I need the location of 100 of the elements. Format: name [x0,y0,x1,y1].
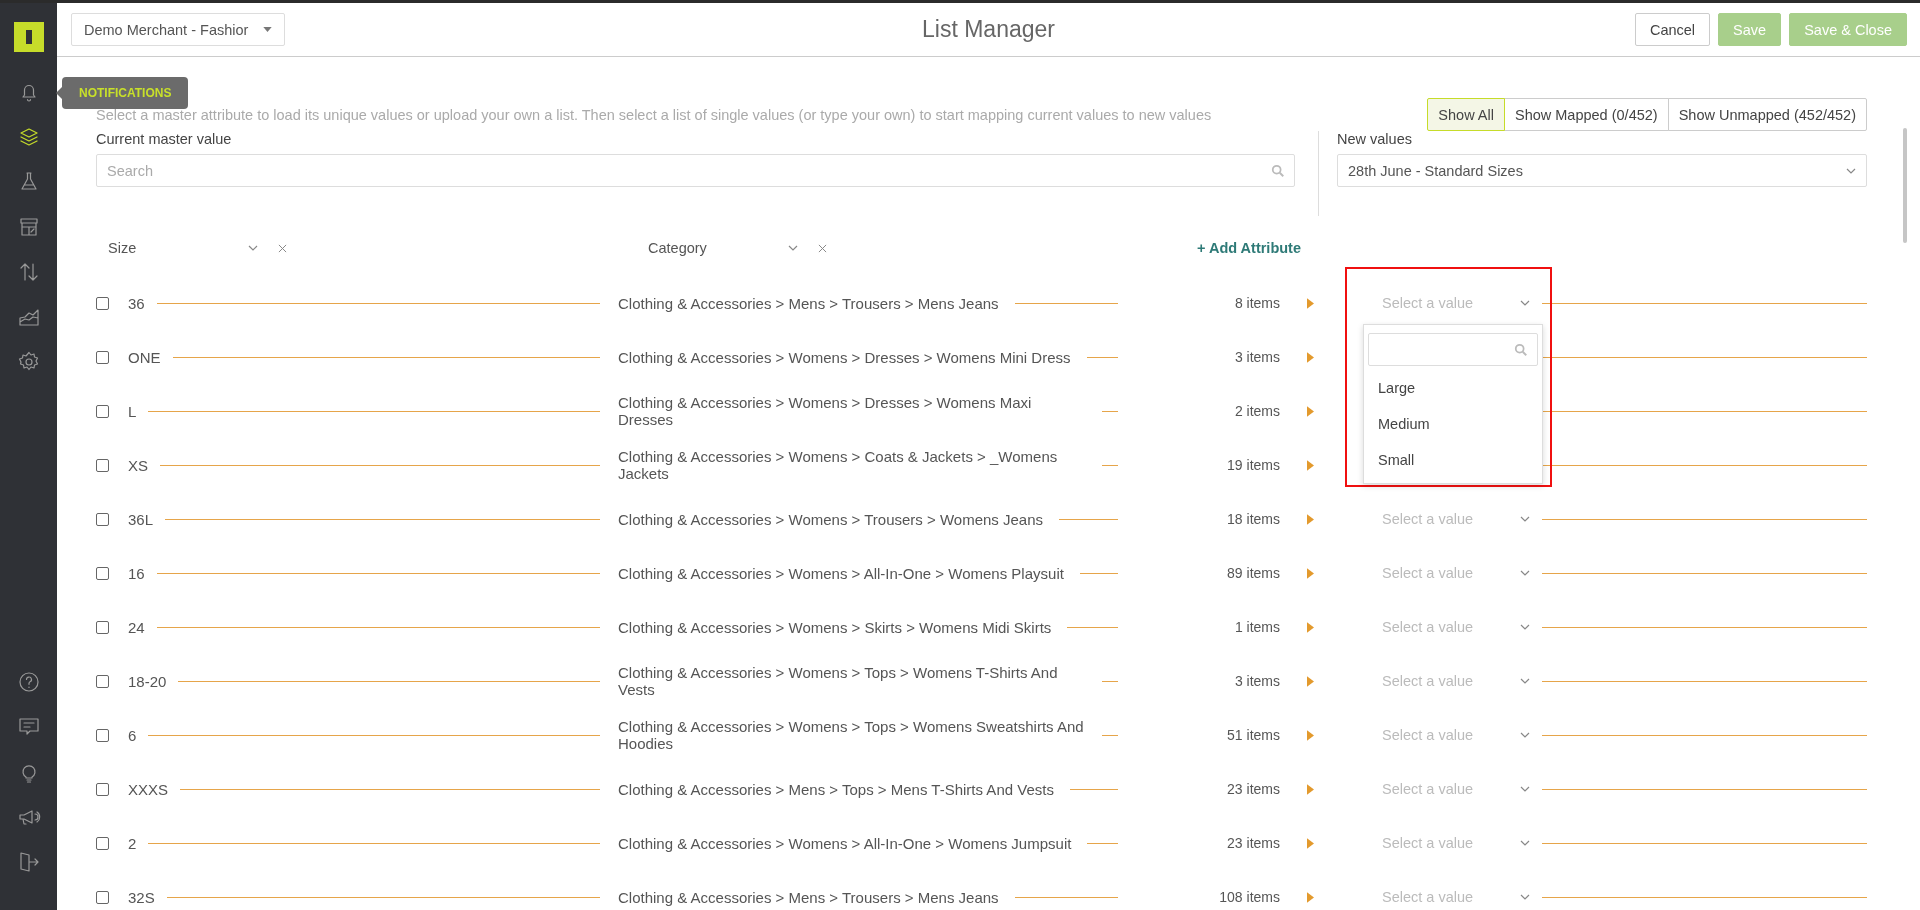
checkbox[interactable] [96,566,109,580]
checkbox[interactable] [96,404,109,418]
checkbox[interactable] [96,296,109,310]
category-path: Clothing & Accessories > Womens > Dresses > Womens Mini Dress [618,348,1071,366]
item-count: 3 items [1233,349,1280,365]
checkbox[interactable] [96,836,109,850]
category-path: Clothing & Accessories > Womens > Skirts > Womens Midi Skirts [618,618,1052,636]
expand-arrow-icon[interactable] [1306,513,1314,525]
chevron-icon [1520,840,1530,846]
category-path: Clothing & Accessories > Mens > Trousers > Mens Jeans [618,888,999,906]
category-path: Clothing & Accessories > Womens > Tops > Womens Sweatshirts And Hoodies [618,718,1085,752]
close-icon[interactable] [278,243,287,253]
filter-tab[interactable]: Show Mapped (0/452) [1504,98,1669,131]
expand-arrow-icon[interactable] [1306,783,1314,795]
size-value: 16 [128,564,145,582]
chevron-icon [248,245,258,251]
chevron-icon [1520,894,1530,900]
size-value: 36L [128,510,154,528]
item-count: 23 items [1226,835,1280,851]
expand-arrow-icon[interactable] [1306,459,1314,471]
category-path: Clothing & Accessories > Womens > All-In-One > Womens Playsuit [618,564,1064,582]
checkbox[interactable] [96,350,109,364]
attribute-select[interactable]: Size [108,240,258,256]
category-path: Clothing & Accessories > Womens > All-In-One > Womens Jumpsuit [618,834,1072,852]
size-value: ONE [128,348,161,366]
checkbox[interactable] [96,620,109,634]
checkbox[interactable] [96,674,109,688]
page-title: List Manager [922,16,1055,43]
search-icon [1514,343,1528,357]
expand-arrow-icon[interactable] [1306,297,1314,309]
dropdown-option[interactable]: Small [1368,442,1538,478]
filter-tab[interactable]: Show All [1427,98,1505,131]
item-count: 2 items [1233,403,1280,419]
size-value: L [128,402,137,420]
new-values-select[interactable]: 28th June - Standard Sizes [1337,154,1867,187]
expand-arrow-icon[interactable] [1306,567,1314,579]
tooltip: NOTIFICATIONS [62,77,189,109]
chevron-icon [1520,516,1530,522]
merchant-select[interactable]: Demo Merchant - Fashior [71,13,285,46]
logo-icon[interactable] [13,22,44,52]
category-path: Clothing & Accessories > Mens > Tops > Mens T-Shirts And Vests [618,780,1054,798]
expand-arrow-icon[interactable] [1306,729,1314,741]
size-value: 36 [128,294,145,312]
size-value: 32S [128,888,155,906]
field-label: New values [1337,131,1413,147]
size-value: 6 [128,726,137,744]
checkbox[interactable] [96,728,109,742]
dropdown-option[interactable]: Medium [1368,406,1538,442]
caret-icon [263,27,272,32]
attribute-select[interactable]: Category [648,240,798,256]
search-field[interactable]: Search [96,154,1295,187]
chevron-icon [1520,570,1530,576]
category-path: Clothing & Accessories > Womens > Dresses > Womens Maxi Dresses [618,394,1033,428]
field-label: Current master value [96,131,233,147]
category-path: Clothing & Accessories > Womens > Coats & Jackets > _Womens Jackets [618,448,1059,482]
item-count: 108 items [1218,889,1280,905]
checkbox[interactable] [96,512,109,526]
dropdown-option[interactable]: Large [1368,370,1538,406]
chevron-icon [1520,786,1530,792]
item-count: 1 items [1233,619,1280,635]
item-count: 3 items [1233,673,1280,689]
checkbox[interactable] [96,782,109,796]
size-value: XXXS [128,780,169,798]
tooltip-pointer [56,87,62,99]
size-value: 18-20 [128,672,167,690]
chevron-icon [788,245,798,251]
add-attribute-link[interactable]: + Add Attribute [1196,240,1301,256]
item-count: 18 items [1226,511,1280,527]
category-path: Clothing & Accessories > Womens > Tops > Womens T-Shirts And Vests [618,664,1059,698]
expand-arrow-icon[interactable] [1306,351,1314,363]
size-value: 2 [128,834,137,852]
search-field[interactable] [1368,333,1538,366]
expand-arrow-icon[interactable] [1306,891,1314,903]
help-icon[interactable] [16,669,41,694]
item-count: 89 items [1226,565,1280,581]
chevron-icon [1846,167,1856,174]
filter-tab[interactable]: Show Unmapped (452/452) [1667,98,1867,131]
chevron-icon [1520,732,1530,738]
expand-arrow-icon[interactable] [1306,675,1314,687]
size-value: XS [128,456,148,474]
item-count: 8 items [1233,295,1280,311]
size-value: 24 [128,618,145,636]
item-count: 51 items [1226,727,1280,743]
category-path: Clothing & Accessories > Womens > Trousers > Womens Jeans [618,510,1044,528]
category-path: Clothing & Accessories > Mens > Trousers > Mens Jeans [618,294,999,312]
instructions-text: Select a master attribute to load its unique values or upload your own a list. Then select a list of single values (or type your own) to start mapping current values to new values [96,106,1212,123]
scrollbar[interactable] [1903,128,1907,243]
chevron-icon [1520,300,1530,306]
chevron-icon [1520,624,1530,630]
close-icon[interactable] [818,243,827,253]
cancel-button[interactable]: Cancel [1634,13,1711,46]
chevron-icon [1520,678,1530,684]
checkbox[interactable] [96,458,109,472]
expand-arrow-icon[interactable] [1306,837,1314,849]
expand-arrow-icon[interactable] [1306,621,1314,633]
expand-arrow-icon[interactable] [1306,405,1314,417]
item-count: 19 items [1226,457,1280,473]
search-icon [1271,164,1285,178]
checkbox[interactable] [96,890,109,904]
item-count: 23 items [1226,781,1280,797]
